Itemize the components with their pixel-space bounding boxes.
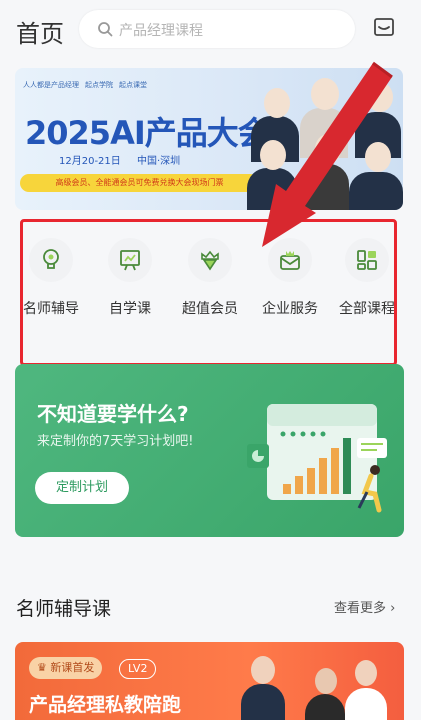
level-badge: LV2 [119, 659, 157, 679]
course-title: 产品经理私教陪跑 [29, 694, 182, 716]
top-bar: 首页 产品经理课程 [0, 0, 421, 58]
logo-text: 人人都是产品经理 [23, 81, 79, 89]
course-banner[interactable]: ♛ 新课首发 LV2 产品经理私教陪跑 [15, 642, 404, 720]
logo-text: 起点课堂 [119, 81, 147, 89]
see-more-label: 查看更多 [334, 601, 387, 616]
search-bar[interactable]: 产品经理课程 [79, 10, 355, 48]
highlight-box [20, 219, 397, 366]
banner-location: 中国·深圳 [137, 156, 181, 167]
banner-logos: 人人都是产品经理 起点学院 起点课堂 [23, 80, 147, 90]
page-title: 首页 [16, 20, 64, 48]
chart-illustration [247, 404, 387, 513]
banner-title: 2025AI产品大会 [25, 114, 270, 152]
new-course-badge: ♛ 新课首发 [29, 657, 103, 679]
search-icon [98, 22, 113, 37]
badge-label: 新课首发 [50, 661, 95, 674]
study-plan-card[interactable]: 不知道要学什么? 来定制你的7天学习计划吧! 定制计划 [15, 364, 404, 537]
search-placeholder: 产品经理课程 [119, 23, 203, 39]
promo-title: 不知道要学什么? [37, 402, 189, 426]
logo-text: 起点学院 [85, 81, 113, 89]
home-page: 首页 产品经理课程 人人都是产品经理 起点学院 起点课堂 2025AI产品大会 … [0, 0, 421, 720]
conference-banner[interactable]: 人人都是产品经理 起点学院 起点课堂 2025AI产品大会 12月20-21日 … [15, 68, 403, 210]
crown-icon: ♛ [37, 661, 51, 674]
message-icon[interactable] [373, 17, 395, 39]
banner-strip: 高级会员、全能通会员可免费兑换大会现场门票 [20, 174, 259, 192]
section-title: 名师辅导课 [16, 598, 112, 620]
banner-date: 12月20-21日 [59, 156, 121, 167]
chevron-right-icon: › [390, 601, 396, 616]
see-more-link[interactable]: 查看更多 › [334, 597, 395, 616]
custom-plan-button[interactable]: 定制计划 [35, 472, 129, 504]
promo-subtitle: 来定制你的7天学习计划吧! [37, 434, 194, 449]
